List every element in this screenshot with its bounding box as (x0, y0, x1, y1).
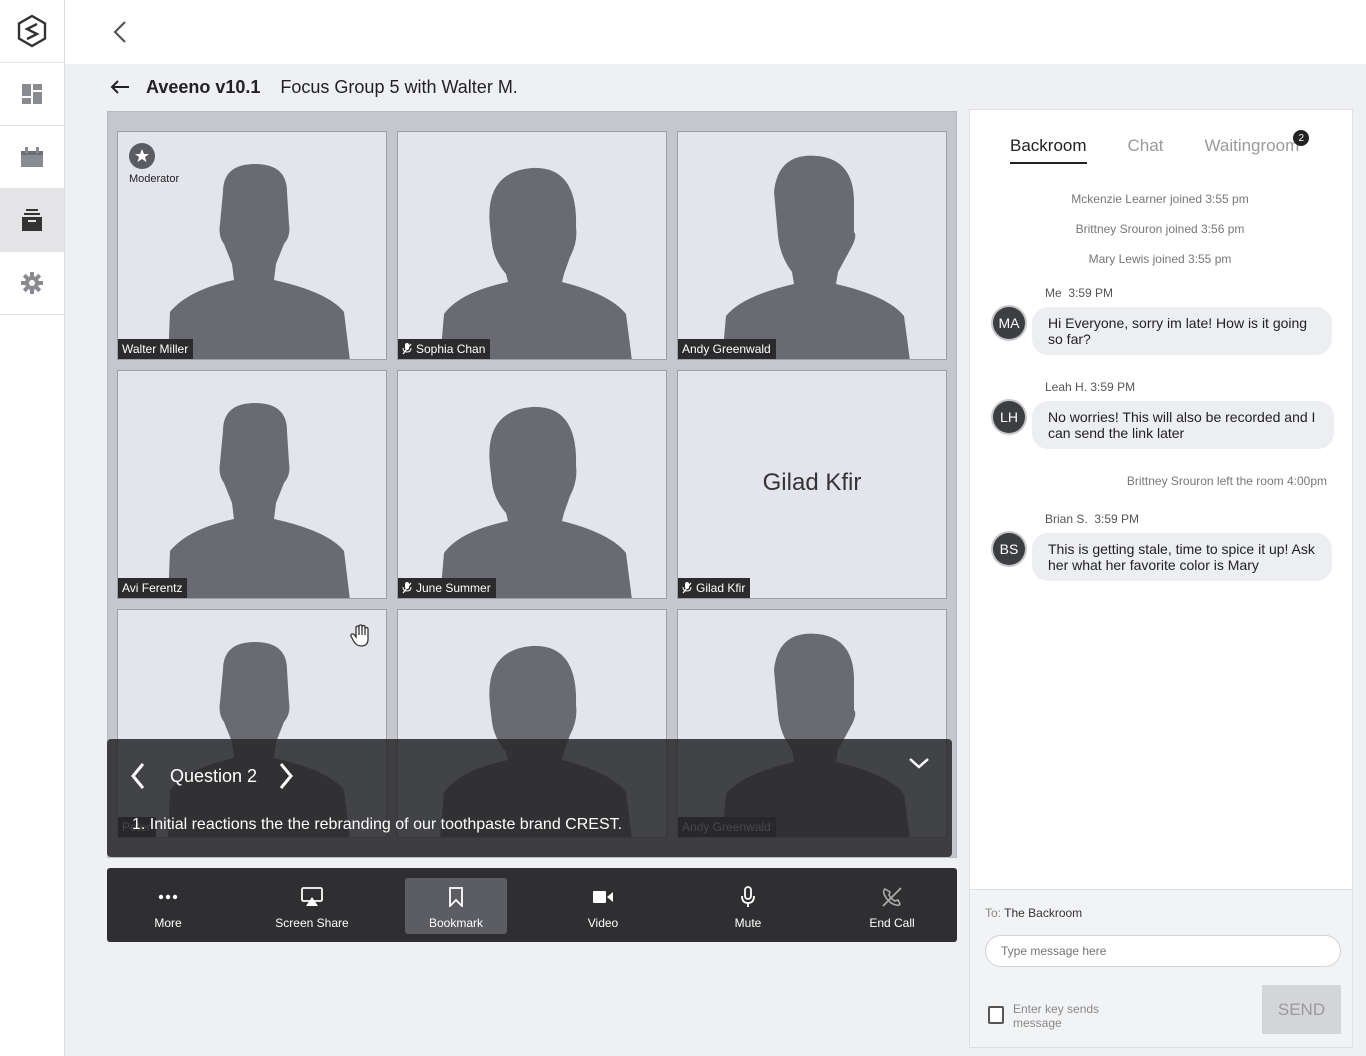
screen-share-button[interactable]: Screen Share (267, 878, 357, 934)
system-message: Mckenzie Learner joined 3:55 pm (1071, 192, 1249, 206)
participant-name: Gilad Kfir (696, 581, 746, 595)
previous-question-icon[interactable] (129, 761, 147, 791)
project-title: Aveeno v10.1 (146, 76, 261, 97)
enter-key-label: Enter key sends message (1013, 1002, 1100, 1030)
logo-icon (17, 14, 47, 48)
send-button[interactable]: SEND (1262, 985, 1341, 1034)
top-bar (65, 0, 1366, 64)
participant-name: Walter Miller (122, 342, 189, 356)
bookmark-label: Bookmark (428, 916, 484, 930)
session-title-row: Aveeno v10.1 Focus Group 5 with Walter M… (110, 74, 518, 100)
mute-button[interactable]: Mute (718, 878, 778, 934)
question-text: 1. Initial reactions the the rebranding … (132, 816, 623, 833)
sidebar-item-sessions[interactable] (0, 189, 64, 252)
archive-icon (22, 209, 42, 231)
system-message: Mary Lewis joined 3:55 pm (1088, 252, 1232, 266)
participant-name-label: June Summer (398, 578, 496, 598)
raised-hand-icon (350, 624, 369, 647)
screen-share-label: Screen Share (275, 916, 349, 930)
more-label: More (154, 916, 182, 930)
participant-tile[interactable]: Gilad Kfir Gilad Kfir (677, 370, 947, 599)
participant-name-label: Sophia Chan (398, 339, 491, 359)
participant-tile[interactable]: Andy Greenwald (677, 131, 947, 360)
participant-name: June Summer (416, 581, 491, 595)
chevron-down-icon[interactable] (908, 756, 930, 770)
gear-icon (21, 272, 43, 294)
star-icon (129, 143, 155, 169)
tab-backroom[interactable]: Backroom (1010, 136, 1087, 164)
waitingroom-count-badge: 2 (1293, 130, 1310, 146)
participant-avatar (168, 403, 350, 598)
message-input[interactable] (985, 935, 1341, 967)
sidebar (0, 0, 65, 1056)
sidebar-item-settings[interactable] (0, 252, 64, 315)
avatar: MA (993, 307, 1025, 339)
chat-tabs: Backroom Chat Waitingroom 2 (1010, 130, 1340, 164)
participant-avatar (440, 167, 632, 359)
microphone-icon (741, 886, 755, 907)
participant-avatar (440, 406, 632, 598)
session-title: Focus Group 5 with Walter M. (280, 76, 518, 97)
message-bubble: This is getting stale, time to spice it … (1032, 533, 1332, 581)
avatar: BS (993, 533, 1025, 565)
video-icon (593, 891, 613, 903)
participant-name: Avi Ferentz (122, 581, 183, 595)
muted-microphone-icon (402, 582, 412, 594)
bookmark-button[interactable]: Bookmark (405, 878, 507, 934)
participant-name-label: Walter Miller (118, 339, 194, 359)
message-bubble: No worries! This will also be recorded a… (1032, 401, 1334, 449)
more-icon (158, 894, 178, 900)
participant-tile[interactable]: Sophia Chan (397, 131, 667, 360)
muted-microphone-icon (402, 343, 412, 355)
message-sender: Brian S. 3:59 PM (1045, 512, 1140, 526)
participant-tile[interactable]: June Summer (397, 370, 667, 599)
app-logo[interactable] (0, 0, 64, 63)
message-sender: Me 3:59 PM (1045, 286, 1114, 300)
question-panel: Question 2 1. Initial reactions the the … (107, 739, 952, 857)
system-message: Brittney Srouron left the room 4:00pm (1126, 474, 1327, 488)
participant-tile[interactable]: Avi Ferentz (117, 370, 387, 599)
more-button[interactable]: More (135, 878, 201, 934)
chevron-left-icon[interactable] (109, 18, 131, 46)
sidebar-item-dashboard[interactable] (0, 63, 64, 126)
tab-chat[interactable]: Chat (1128, 136, 1164, 164)
mute-label: Mute (734, 916, 762, 930)
video-label: Video (587, 916, 619, 930)
participant-name-label: Avi Ferentz (118, 578, 188, 598)
participant-avatar (722, 155, 910, 359)
tab-waitingroom[interactable]: Waitingroom 2 (1204, 130, 1310, 164)
back-arrow-icon[interactable] (110, 79, 130, 95)
sidebar-item-calendar[interactable] (0, 126, 64, 189)
end-call-icon (882, 887, 902, 907)
message-bubble: Hi Everyone, sorry im late! How is it go… (1032, 307, 1332, 355)
end-call-button[interactable]: End Call (857, 878, 927, 934)
chat-panel: Backroom Chat Waitingroom 2 Mckenzie Lea… (969, 109, 1353, 1048)
bookmark-icon (449, 887, 463, 907)
participant-name-label: Gilad Kfir (678, 578, 751, 598)
participant-name: Andy Greenwald (682, 342, 771, 356)
moderator-badge: Moderator (129, 143, 179, 185)
participant-tile[interactable]: Moderator Walter Miller (117, 131, 387, 360)
call-controls: More Screen Share Bookmark Video Mute En… (107, 868, 957, 942)
message-composer: To: The Backroom Enter key sends message… (970, 889, 1352, 1047)
question-title: Question 2 (170, 766, 258, 786)
avatar: LH (993, 401, 1025, 433)
next-question-icon[interactable] (277, 761, 295, 791)
participant-name-large: Gilad Kfir (762, 469, 862, 496)
tab-waitingroom-label: Waitingroom (1204, 136, 1300, 155)
end-call-label: End Call (869, 916, 915, 930)
dashboard-icon (22, 84, 42, 104)
screen-share-icon (301, 887, 323, 906)
video-button[interactable]: Video (573, 878, 633, 934)
enter-key-checkbox[interactable] (988, 1006, 1004, 1024)
participant-name: Sophia Chan (416, 342, 486, 356)
recipient-line: To: The Backroom (985, 906, 1083, 920)
message-sender: Leah H. 3:59 PM (1045, 380, 1136, 394)
muted-microphone-icon (682, 582, 692, 594)
moderator-label: Moderator (129, 173, 180, 185)
system-message: Brittney Srouron joined 3:56 pm (1075, 222, 1245, 236)
calendar-icon (21, 147, 43, 167)
participant-name-label: Andy Greenwald (678, 339, 776, 359)
